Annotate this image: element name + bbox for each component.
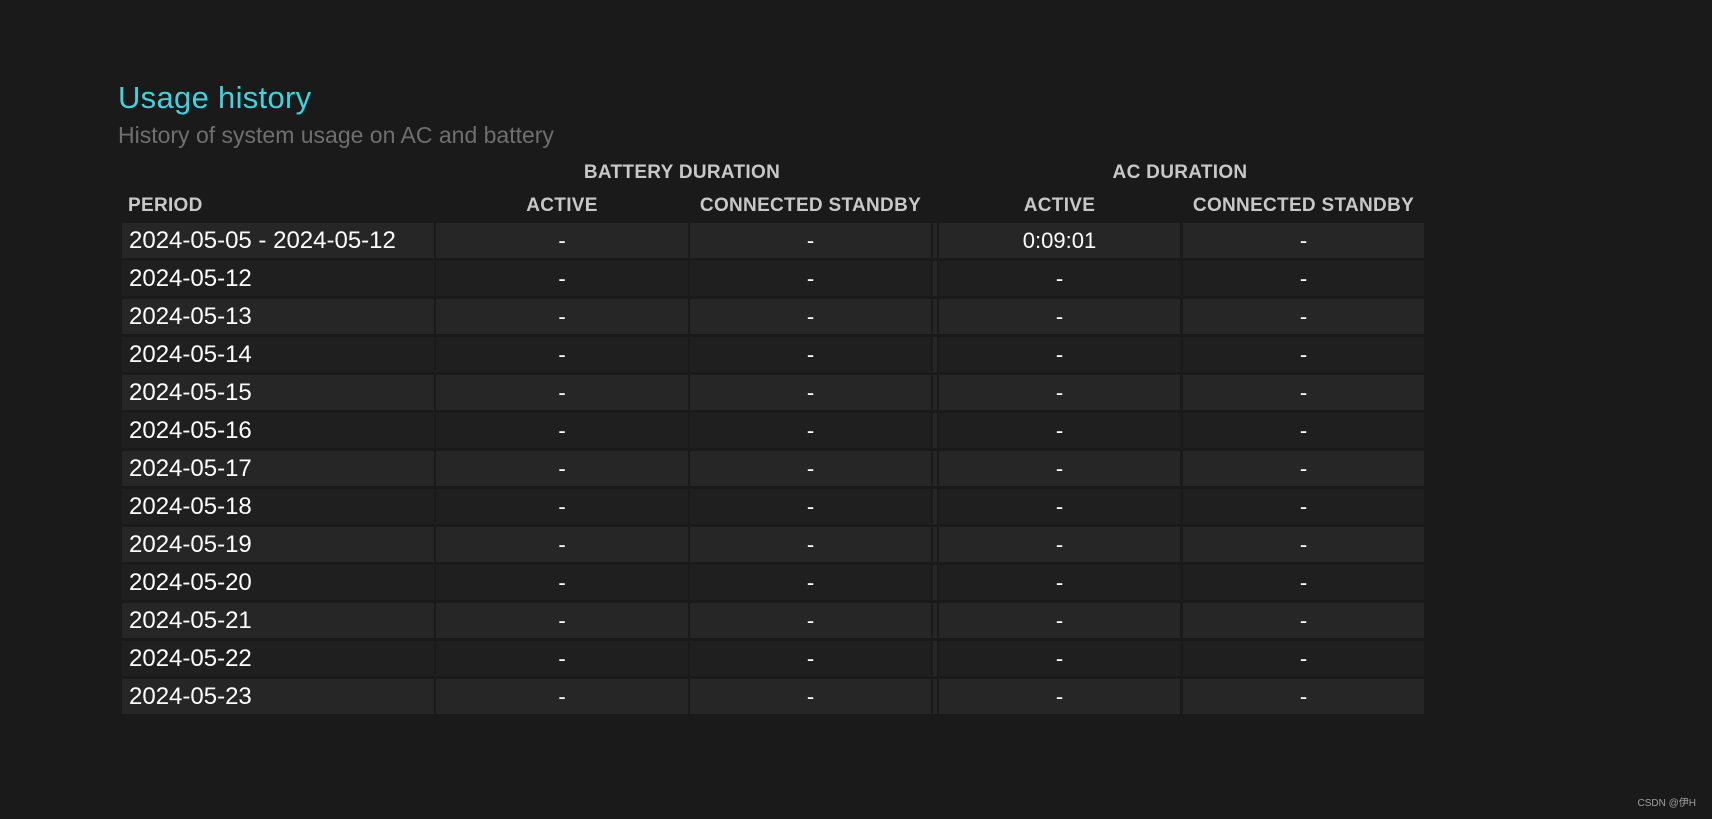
ac-standby-cell: - — [1183, 679, 1424, 714]
battery-active-cell: - — [436, 641, 688, 676]
column-separator — [933, 489, 937, 524]
period-cell: 2024-05-12 — [122, 261, 434, 296]
period-cell: 2024-05-15 — [122, 375, 434, 410]
period-cell: 2024-05-19 — [122, 527, 434, 562]
period-cell: 2024-05-05 - 2024-05-12 — [122, 223, 434, 258]
ac-standby-cell: - — [1183, 489, 1424, 524]
period-cell: 2024-05-23 — [122, 679, 434, 714]
battery-standby-cell: - — [690, 565, 931, 600]
column-separator — [933, 375, 937, 410]
period-cell: 2024-05-20 — [122, 565, 434, 600]
period-cell: 2024-05-18 — [122, 489, 434, 524]
page-title: Usage history — [118, 80, 312, 115]
page-subtitle: History of system usage on AC and batter… — [118, 122, 554, 148]
battery-active-cell: - — [436, 603, 688, 638]
column-separator — [933, 337, 937, 372]
ac-active-cell: - — [939, 679, 1180, 714]
period-cell: 2024-05-14 — [122, 337, 434, 372]
period-cell: 2024-05-21 — [122, 603, 434, 638]
column-separator — [933, 603, 937, 638]
period-cell: 2024-05-13 — [122, 299, 434, 334]
column-separator — [933, 261, 937, 296]
battery-active-cell: - — [436, 527, 688, 562]
ac-standby-cell: - — [1183, 413, 1424, 448]
column-separator — [933, 641, 937, 676]
ac-standby-cell: - — [1183, 527, 1424, 562]
ac-active-cell: - — [939, 603, 1180, 638]
ac-active-cell: - — [939, 375, 1180, 410]
ac-standby-cell: - — [1183, 603, 1424, 638]
column-separator — [933, 413, 937, 448]
battery-active-cell: - — [436, 223, 688, 258]
column-separator — [933, 679, 937, 714]
battery-active-cell: - — [436, 451, 688, 486]
ac-active-cell: - — [939, 451, 1180, 486]
battery-active-cell: - — [436, 565, 688, 600]
battery-standby-cell: - — [690, 299, 931, 334]
ac-active-cell: - — [939, 337, 1180, 372]
ac-standby-column-header: CONNECTED STANDBY — [1192, 195, 1415, 216]
battery-standby-cell: - — [690, 337, 931, 372]
battery-standby-cell: - — [690, 413, 931, 448]
ac-active-cell: - — [939, 565, 1180, 600]
ac-standby-cell: - — [1183, 223, 1424, 258]
ac-standby-cell: - — [1183, 337, 1424, 372]
column-separator — [933, 565, 937, 600]
battery-active-cell: - — [436, 679, 688, 714]
ac-standby-cell: - — [1183, 375, 1424, 410]
watermark: CSDN @伊H — [1637, 798, 1697, 809]
ac-active-cell: - — [939, 641, 1180, 676]
ac-active-column-header: ACTIVE — [1023, 195, 1096, 216]
battery-active-cell: - — [436, 375, 688, 410]
ac-standby-cell: - — [1183, 261, 1424, 296]
period-cell: 2024-05-16 — [122, 413, 434, 448]
ac-active-cell: - — [939, 299, 1180, 334]
battery-standby-cell: - — [690, 261, 931, 296]
battery-standby-cell: - — [690, 451, 931, 486]
ac-active-cell: - — [939, 261, 1180, 296]
battery-standby-cell: - — [690, 489, 931, 524]
battery-standby-cell: - — [690, 223, 931, 258]
ac-active-cell: 0:09:01 — [939, 223, 1180, 258]
battery-duration-header: BATTERY DURATION — [583, 162, 781, 183]
battery-standby-cell: - — [690, 527, 931, 562]
ac-active-cell: - — [939, 489, 1180, 524]
ac-standby-cell: - — [1183, 299, 1424, 334]
battery-active-cell: - — [436, 261, 688, 296]
battery-active-column-header: ACTIVE — [526, 195, 598, 216]
ac-standby-cell: - — [1183, 451, 1424, 486]
battery-standby-cell: - — [690, 375, 931, 410]
ac-standby-cell: - — [1183, 565, 1424, 600]
battery-standby-cell: - — [690, 679, 931, 714]
period-column-header: PERIOD — [128, 195, 203, 216]
battery-standby-column-header: CONNECTED STANDBY — [699, 195, 922, 216]
column-separator — [933, 527, 937, 562]
ac-active-cell: - — [939, 413, 1180, 448]
period-cell: 2024-05-22 — [122, 641, 434, 676]
battery-standby-cell: - — [690, 641, 931, 676]
ac-active-cell: - — [939, 527, 1180, 562]
battery-active-cell: - — [436, 337, 688, 372]
battery-active-cell: - — [436, 489, 688, 524]
ac-duration-header: AC DURATION — [1112, 162, 1248, 183]
ac-standby-cell: - — [1183, 641, 1424, 676]
column-separator — [933, 223, 937, 258]
column-separator — [933, 451, 937, 486]
period-cell: 2024-05-17 — [122, 451, 434, 486]
battery-standby-cell: - — [690, 603, 931, 638]
column-separator — [933, 299, 937, 334]
battery-active-cell: - — [436, 413, 688, 448]
battery-active-cell: - — [436, 299, 688, 334]
